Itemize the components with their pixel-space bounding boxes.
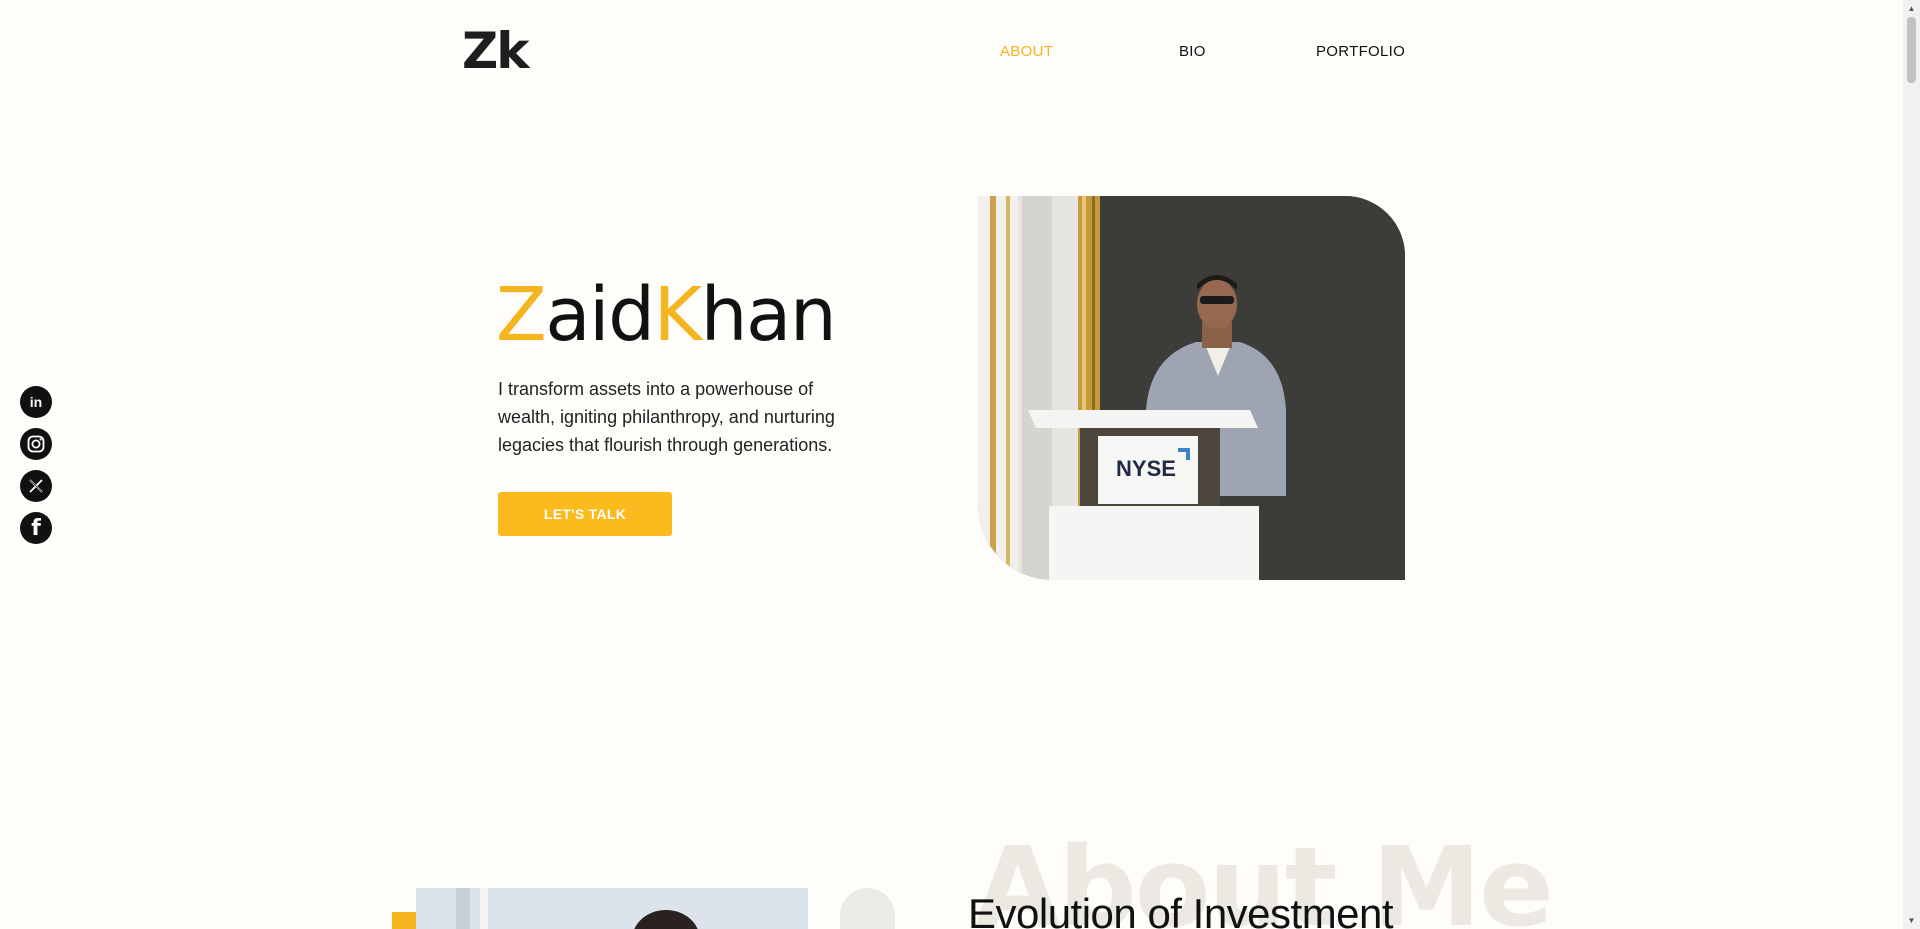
hero-photo-illustration: NYSE — [978, 196, 1405, 580]
name-initial-first: Z — [496, 272, 547, 358]
about-title: Evolution of Investment — [968, 890, 1394, 929]
about-photo-illustration — [416, 888, 808, 929]
page: Zk ABOUT BIO PORTFOLIO in f ZaidKhan I t… — [0, 0, 1920, 929]
podium-sign-text: NYSE — [1116, 456, 1176, 481]
linkedin-icon[interactable]: in — [20, 386, 52, 418]
logo[interactable]: Zk — [462, 26, 530, 76]
x-glyph — [29, 479, 43, 493]
hero-photo: NYSE — [978, 196, 1405, 580]
about-accent-bar — [392, 912, 417, 929]
instagram-glyph — [27, 435, 45, 453]
scroll-up-icon[interactable]: ▲ — [1903, 0, 1920, 17]
facebook-glyph: f — [31, 515, 41, 541]
x-icon[interactable] — [20, 470, 52, 502]
name-initial-last: K — [653, 272, 703, 358]
hero-description: I transform assets into a powerhouse of … — [498, 379, 835, 455]
about-photo — [416, 888, 808, 929]
nav-portfolio[interactable]: PORTFOLIO — [1316, 43, 1405, 60]
nav-bio[interactable]: BIO — [1179, 43, 1206, 60]
linkedin-glyph: in — [29, 394, 43, 410]
scroll-down-icon[interactable]: ▼ — [1903, 912, 1920, 929]
facebook-icon[interactable]: f — [20, 512, 52, 544]
name-first-rest: aid — [545, 272, 655, 358]
instagram-icon[interactable] — [20, 428, 52, 460]
name-last-rest: han — [700, 272, 837, 358]
about-photo-shade — [840, 888, 895, 929]
hero-name: ZaidKhan — [496, 278, 837, 352]
nav-about[interactable]: ABOUT — [1000, 43, 1053, 60]
scroll-thumb[interactable] — [1907, 17, 1916, 83]
lets-talk-button[interactable]: LET'S TALK — [498, 492, 672, 536]
page-scrollbar[interactable]: ▲ ▼ — [1903, 0, 1920, 929]
